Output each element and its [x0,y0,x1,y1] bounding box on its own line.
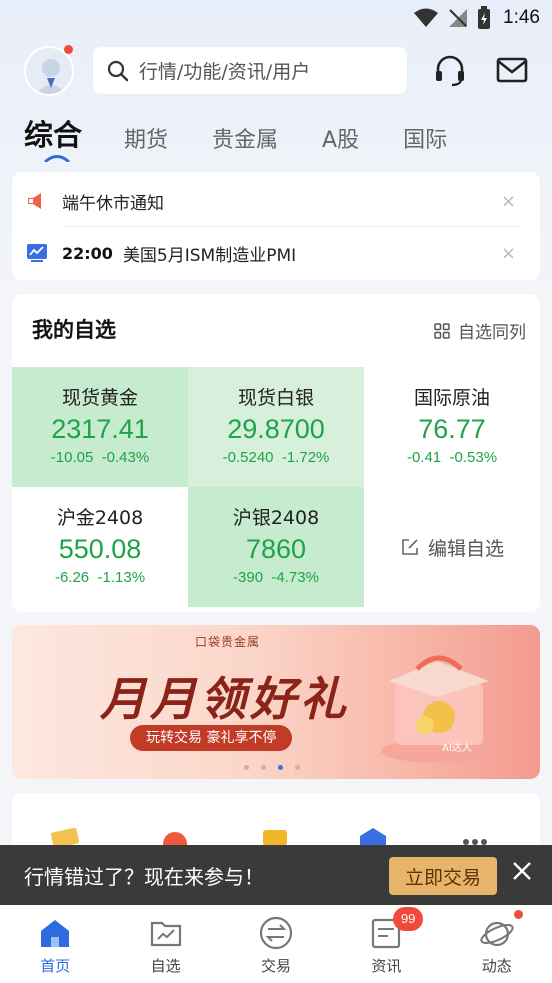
bottom-nav: 首页 自选 交易 99 资讯 动态 [0,905,552,983]
search-placeholder: 行情/功能/资讯/用户 [139,61,311,83]
edit-watchlist-button[interactable]: 编辑自选 [364,487,540,607]
notification-dot [513,910,523,919]
promo-banner[interactable]: 口袋贵金属 月月领好礼 玩转交易 豪礼享不停 AI达人 [12,625,540,779]
notice-time: 22:00 [62,243,113,263]
banner-tag: AI达人 [442,743,472,754]
carousel-dots [244,765,300,770]
nav-label: 动态 [481,957,512,975]
edit-icon [402,539,418,555]
notice-text: 端午休市通知 [62,193,164,214]
quote-tile[interactable]: 国际原油 76.77 -0.41 -0.53% [364,367,540,487]
quote-name: 沪银2408 [232,507,320,529]
nav-home[interactable]: 首页 [0,905,110,983]
battery-icon [478,6,491,29]
tab-comprehensive[interactable]: 综合 [24,112,82,154]
banner-brand: 口袋贵金属 [195,635,261,649]
notice-row[interactable]: 22:00 美国5月ISM制造业PMI × [12,227,540,279]
tab-international[interactable]: 国际 [403,122,447,154]
banner-title: 月月领好礼 [100,672,350,726]
quote-price: 29.8700 [227,414,325,444]
tab-a-shares[interactable]: A股 [322,122,359,154]
quote-name: 现货黄金 [61,387,138,409]
tab-futures[interactable]: 期货 [124,122,168,154]
edit-watchlist-label: 编辑自选 [427,537,504,560]
quote-name: 现货白银 [237,387,314,409]
quote-tile[interactable]: 沪银2408 7860 -390 -4.73% [188,487,364,607]
quote-change: -10.05 -0.43% [50,449,150,466]
quote-name: 国际原油 [413,387,490,409]
trade-prompt-toast: 行情错过了？现在来参与！ 立即交易 [0,845,552,905]
quote-price: 2317.41 [51,414,149,444]
watchlist-side-label: 自选同列 [458,323,526,343]
watchlist-icon [150,921,181,947]
carousel-dot[interactable] [295,765,300,770]
toast-text: 行情错过了？现在来参与！ [24,864,264,889]
quote-change: -0.41 -0.53% [406,449,498,466]
nav-label: 首页 [40,957,71,975]
trade-icon [259,916,293,950]
ticket-icon[interactable] [50,826,80,846]
mail-icon[interactable] [494,52,530,88]
nav-trade[interactable]: 交易 [221,905,331,983]
no-signal-icon [449,9,468,27]
quote-price: 550.08 [58,534,142,564]
megaphone-icon [28,193,41,209]
nav-label: 资讯 [371,957,402,975]
quote-price: 7860 [245,534,307,564]
tab-precious-metals[interactable]: 贵金属 [212,122,278,154]
carousel-dot[interactable] [244,765,249,770]
nav-label: 自选 [150,957,181,975]
watchlist-title: 我的自选 [32,318,116,342]
status-icons: 1:46 [413,6,540,30]
nav-watchlist[interactable]: 自选 [110,905,220,983]
watchlist-card: 我的自选 自选同列 现货黄金 2317.41 -10.05 -0.43% 现货白… [12,294,540,612]
status-bar: 1:46 [0,0,552,38]
carousel-dot-active[interactable] [278,765,283,770]
search-input[interactable]: 行情/功能/资讯/用户 [93,47,407,94]
tab-active-indicator [44,155,70,162]
nav-news[interactable]: 99 资讯 [331,905,441,983]
quote-change: -390 -4.73% [233,569,319,586]
planet-icon [480,921,514,947]
notice-close-button[interactable]: × [501,191,516,212]
status-time: 1:46 [503,7,540,28]
notice-row[interactable]: 端午休市通知 × [12,175,540,227]
notification-dot [64,45,73,54]
quote-tile[interactable]: 现货白银 29.8700 -0.5240 -1.72% [188,367,364,487]
quote-tile[interactable]: 沪金2408 550.08 -6.26 -1.13% [12,487,188,607]
unread-badge: 99 [393,907,424,931]
trade-now-button[interactable]: 立即交易 [389,857,497,895]
close-icon[interactable] [510,859,534,883]
home-icon [41,920,70,947]
notice-text: 美国5月ISM制造业PMI [122,245,297,266]
search-icon [107,60,129,81]
banner-subtitle: 玩转交易 豪礼享不停 [130,725,293,751]
clock-icon[interactable] [160,826,190,846]
category-tabs: 综合 期货 贵金属 A股 国际 [24,112,491,154]
watchlist-layout-toggle[interactable]: 自选同列 [434,318,526,343]
shield-icon[interactable] [358,826,388,846]
video-icon[interactable] [260,826,290,846]
headset-icon[interactable] [432,52,468,88]
quote-change: -6.26 -1.13% [54,569,146,586]
nav-feed[interactable]: 动态 [442,905,552,983]
wifi-icon [414,8,439,27]
quote-tile[interactable]: 现货黄金 2317.41 -10.05 -0.43% [12,367,188,487]
carousel-dot[interactable] [261,765,266,770]
grid-icon [434,322,450,339]
chart-icon [27,244,47,262]
quote-name: 沪金2408 [56,507,144,529]
notice-close-button[interactable]: × [501,243,516,264]
more-icon[interactable] [460,826,490,846]
gift-box-icon [381,655,497,763]
nav-label: 交易 [260,957,291,975]
quote-change: -0.5240 -1.72% [222,449,330,466]
notice-card: 端午休市通知 × 22:00 美国5月ISM制造业PMI × [12,172,540,280]
quote-price: 76.77 [418,414,486,444]
